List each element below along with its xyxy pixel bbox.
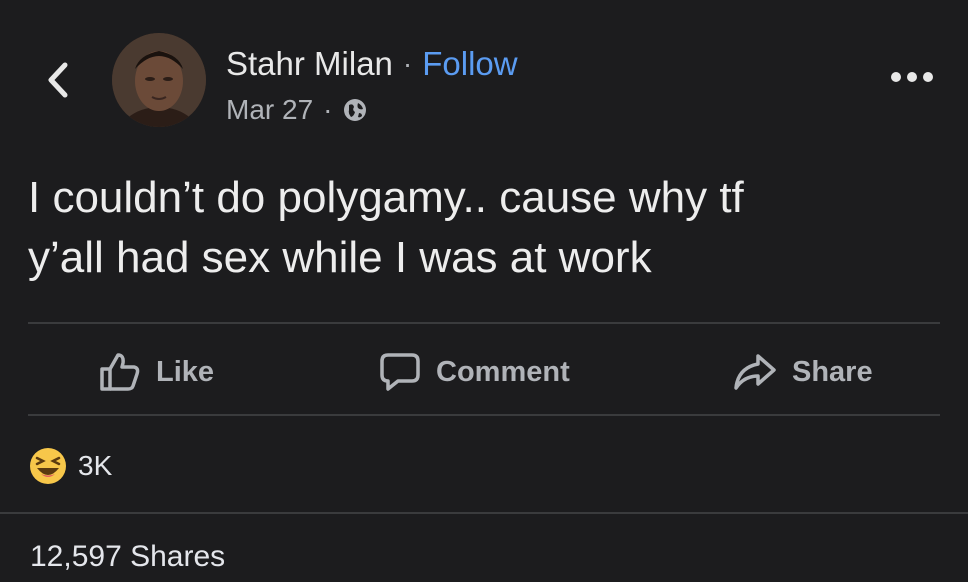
divider-middle	[28, 414, 940, 416]
post-date[interactable]: Mar 27	[226, 94, 313, 126]
name-separator: ·	[402, 48, 413, 79]
reaction-summary[interactable]: 3K	[28, 444, 112, 488]
date-separator: ·	[323, 94, 333, 125]
author-row: Stahr Milan · Follow	[226, 44, 518, 84]
share-label: Share	[792, 355, 873, 388]
post-text-line-2: y’all had sex while I was at work	[28, 233, 652, 282]
globe-icon	[344, 99, 367, 121]
laughing-emoji-icon	[30, 448, 66, 484]
comment-label: Comment	[436, 355, 570, 388]
more-options-button[interactable]	[884, 62, 940, 92]
comment-icon	[380, 353, 420, 391]
comment-button[interactable]: Comment	[378, 342, 570, 402]
chevron-left-icon	[48, 62, 68, 98]
post-text-line-1: I couldn’t do polygamy.. cause why tf	[28, 173, 744, 222]
like-button[interactable]: Like	[98, 342, 214, 402]
more-dots-icon	[891, 72, 933, 82]
post-text: I couldn’t do polygamy.. cause why tf y’…	[28, 168, 928, 288]
share-button[interactable]: Share	[732, 342, 873, 402]
like-label: Like	[156, 355, 215, 388]
follow-button[interactable]: Follow	[422, 45, 517, 83]
post-meta: Mar 27 ·	[226, 92, 368, 128]
back-button[interactable]	[38, 58, 78, 102]
share-count[interactable]: 12,597 Shares	[30, 540, 225, 574]
divider-bottom	[0, 512, 968, 514]
thumbs-up-icon	[100, 353, 140, 391]
divider-top	[28, 322, 940, 324]
avatar[interactable]	[112, 33, 206, 127]
reaction-count: 3K	[78, 450, 113, 481]
author-name[interactable]: Stahr Milan	[226, 45, 393, 83]
share-arrow-icon	[734, 354, 776, 390]
